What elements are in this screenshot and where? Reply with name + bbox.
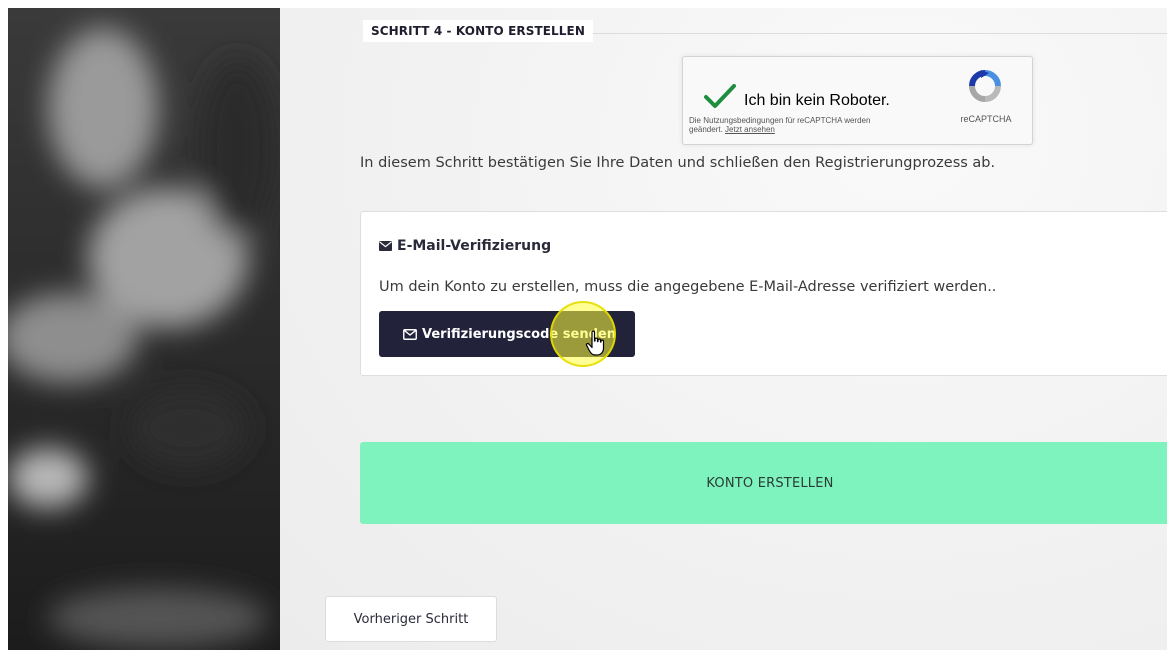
recaptcha-logo-icon bbox=[969, 70, 1001, 102]
blurred-logo-image bbox=[8, 8, 280, 650]
recaptcha-terms-link[interactable]: Jetzt ansehen bbox=[725, 125, 775, 134]
email-verification-card: E-Mail-Verifizierung Um dein Konto zu er… bbox=[360, 211, 1167, 376]
email-verification-heading-text: E-Mail-Verifizierung bbox=[397, 238, 552, 254]
step-intro-text: In diesem Schritt bestätigen Sie Ihre Da… bbox=[360, 155, 996, 171]
envelope-icon bbox=[379, 241, 392, 251]
recaptcha-terms-text: Die Nutzungsbedingungen für reCAPTCHA we… bbox=[689, 116, 871, 134]
send-verification-code-button[interactable]: Verifizierungscode senden bbox=[379, 311, 635, 357]
recaptcha-brand: reCAPTCHA bbox=[960, 114, 1012, 124]
page-frame: SCHRITT 4 - KONTO ERSTELLEN Ich bin kein… bbox=[0, 0, 1167, 650]
envelope-outline-icon bbox=[403, 328, 417, 340]
email-verification-description: Um dein Konto zu erstellen, muss die ang… bbox=[379, 279, 997, 295]
background-image-panel bbox=[8, 8, 280, 650]
recaptcha-label: Ich bin kein Roboter. bbox=[744, 92, 890, 109]
previous-step-button[interactable]: Vorheriger Schritt bbox=[325, 596, 497, 642]
checkmark-icon[interactable] bbox=[703, 83, 737, 111]
send-verification-code-label: Verifizierungscode senden bbox=[422, 326, 616, 342]
create-account-button[interactable]: KONTO ERSTELLEN bbox=[360, 442, 1167, 524]
registration-form-area: SCHRITT 4 - KONTO ERSTELLEN Ich bin kein… bbox=[280, 8, 1167, 650]
recaptcha-terms: Die Nutzungsbedingungen für reCAPTCHA we… bbox=[689, 116, 899, 134]
email-verification-heading: E-Mail-Verifizierung bbox=[379, 238, 551, 254]
step-title: SCHRITT 4 - KONTO ERSTELLEN bbox=[363, 20, 593, 42]
recaptcha-widget[interactable]: Ich bin kein Roboter. Die Nutzungsbeding… bbox=[682, 56, 1033, 145]
